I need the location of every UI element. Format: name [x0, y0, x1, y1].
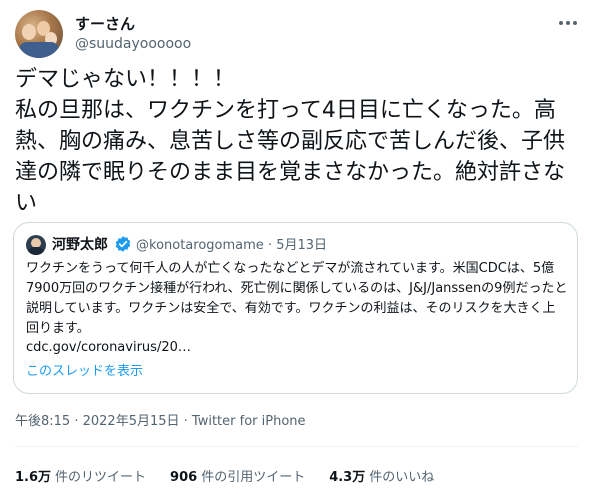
- quotes-label: 件の引用ツイート: [201, 470, 306, 485]
- avatar-face: [22, 24, 36, 40]
- retweets-label: 件のリツイート: [55, 470, 147, 485]
- likes-label: 件のいいね: [369, 470, 435, 485]
- avatar[interactable]: [15, 10, 63, 58]
- more-options-icon[interactable]: [557, 14, 579, 32]
- quoted-tweet[interactable]: 河野太郎 @konotarogomame · 5月13日 ワクチンをうって何千人…: [13, 222, 578, 394]
- tweet-date[interactable]: 2022年5月15日: [83, 414, 180, 429]
- tweet-header: すーさん @suudayoooooo: [15, 10, 583, 60]
- tweet-text: デマじゃない！！！！ 私の旦那は、ワクチンを打って4日目に亡くなった。高熱、胸の…: [15, 67, 566, 216]
- tweet-meta: 午後8:15 · 2022年5月15日 · Twitter for iPhone: [15, 414, 306, 429]
- dot: [559, 21, 563, 25]
- retweets-count: 1.6万: [15, 470, 52, 485]
- likes-count: 4.3万: [329, 470, 366, 485]
- quoted-date[interactable]: 5月13日: [276, 238, 327, 253]
- quoted-avatar[interactable]: [26, 235, 46, 255]
- divider: [15, 446, 578, 447]
- show-thread-link[interactable]: このスレッドを表示: [26, 362, 143, 382]
- quotes-count: 906: [170, 470, 198, 485]
- author-handle[interactable]: @suudayoooooo: [75, 36, 191, 52]
- verified-icon: [115, 236, 131, 252]
- quoted-handle[interactable]: @konotarogomame: [136, 238, 264, 253]
- tweet-source[interactable]: Twitter for iPhone: [192, 414, 306, 429]
- quoted-avatar-suit: [28, 247, 44, 255]
- quoted-display-name[interactable]: 河野太郎: [52, 234, 108, 254]
- dot: [573, 21, 577, 25]
- author-display-name[interactable]: すーさん: [75, 13, 135, 34]
- quoted-meta: @konotarogomame · 5月13日: [136, 234, 327, 253]
- avatar-shirt: [19, 42, 59, 58]
- quotes-stat[interactable]: 906 件の引用ツイート: [170, 466, 305, 485]
- tweet-stats: 1.6万 件のリツイート 906 件の引用ツイート 4.3万 件のいいね: [15, 466, 434, 485]
- tweet-time[interactable]: 午後8:15: [15, 414, 70, 429]
- likes-stat[interactable]: 4.3万 件のいいね: [329, 466, 434, 485]
- quoted-link[interactable]: cdc.gov/coronavirus/20…: [26, 338, 191, 358]
- retweets-stat[interactable]: 1.6万 件のリツイート: [15, 466, 146, 485]
- quoted-text: ワクチンをうって何千人の人が亡くなったなどとデマが流されています。米国CDCは、…: [26, 261, 568, 336]
- dot: [566, 21, 570, 25]
- quoted-separator: ·: [267, 238, 273, 253]
